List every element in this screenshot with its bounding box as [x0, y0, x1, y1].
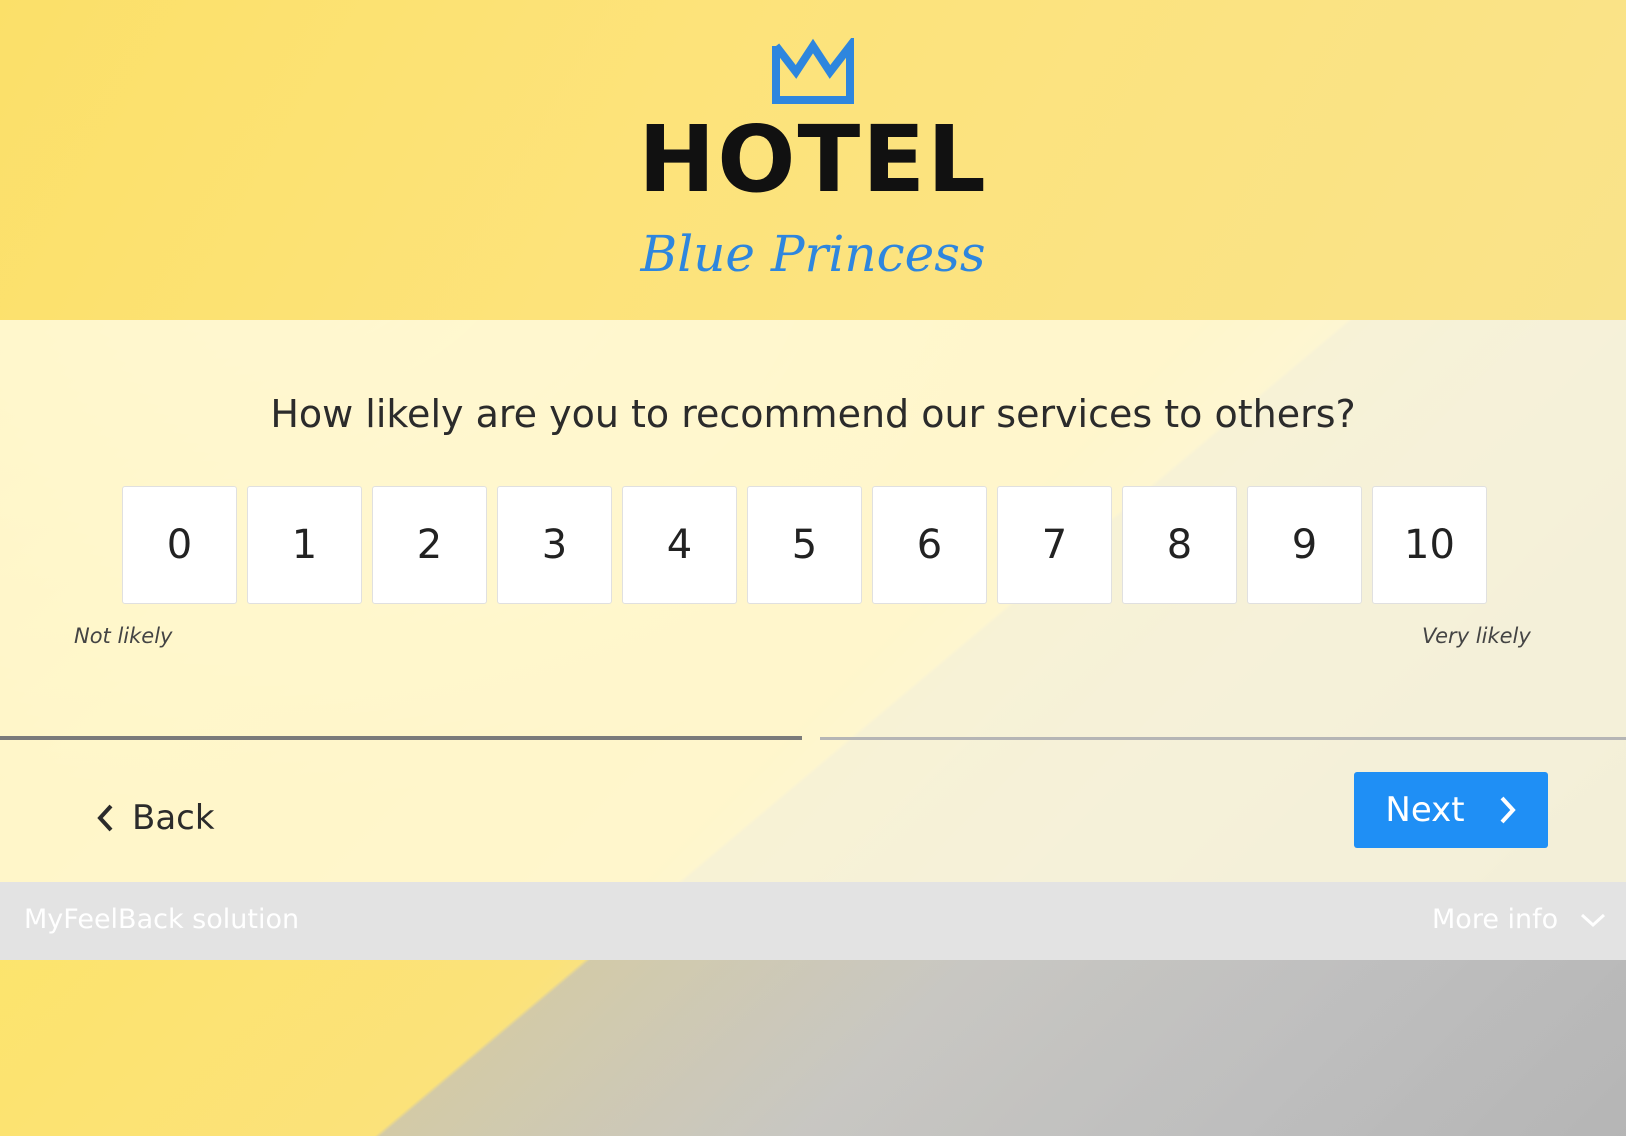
- hotel-logo: HOTEL Blue Princess: [0, 38, 1626, 284]
- footer-brand: MyFeelBack solution: [24, 904, 300, 935]
- logo-title: HOTEL: [638, 106, 988, 213]
- nps-scale: 0 1 2 3 4 5 6 7 8 9 10: [122, 486, 1487, 604]
- progress-bar-remaining: [820, 737, 1626, 740]
- scale-option-9[interactable]: 9: [1247, 486, 1362, 604]
- scale-option-10[interactable]: 10: [1372, 486, 1487, 604]
- scale-option-6[interactable]: 6: [872, 486, 987, 604]
- chevron-left-icon: [97, 804, 113, 832]
- header-banner: HOTEL Blue Princess: [0, 0, 1626, 320]
- scale-option-0[interactable]: 0: [122, 486, 237, 604]
- scale-option-3[interactable]: 3: [497, 486, 612, 604]
- scale-option-1[interactable]: 1: [247, 486, 362, 604]
- logo-subtitle: Blue Princess: [640, 225, 986, 283]
- more-info-label: More info: [1432, 904, 1559, 935]
- survey-question: How likely are you to recommend our serv…: [270, 392, 1356, 436]
- scale-option-7[interactable]: 7: [997, 486, 1112, 604]
- more-info-toggle[interactable]: More info: [1432, 904, 1606, 935]
- scale-option-5[interactable]: 5: [747, 486, 862, 604]
- scale-option-2[interactable]: 2: [372, 486, 487, 604]
- crown-icon: [772, 38, 854, 104]
- chevron-right-icon: [1500, 796, 1516, 824]
- scale-option-4[interactable]: 4: [622, 486, 737, 604]
- scale-option-8[interactable]: 8: [1122, 486, 1237, 604]
- scale-label-high: Very likely: [1422, 624, 1531, 648]
- next-label: Next: [1385, 790, 1465, 830]
- progress-bar-completed: [0, 736, 802, 740]
- back-button[interactable]: Back: [96, 798, 215, 838]
- scale-label-low: Not likely: [74, 624, 173, 648]
- next-button[interactable]: Next: [1354, 772, 1548, 848]
- back-label: Back: [132, 798, 215, 838]
- chevron-down-icon: [1581, 913, 1606, 927]
